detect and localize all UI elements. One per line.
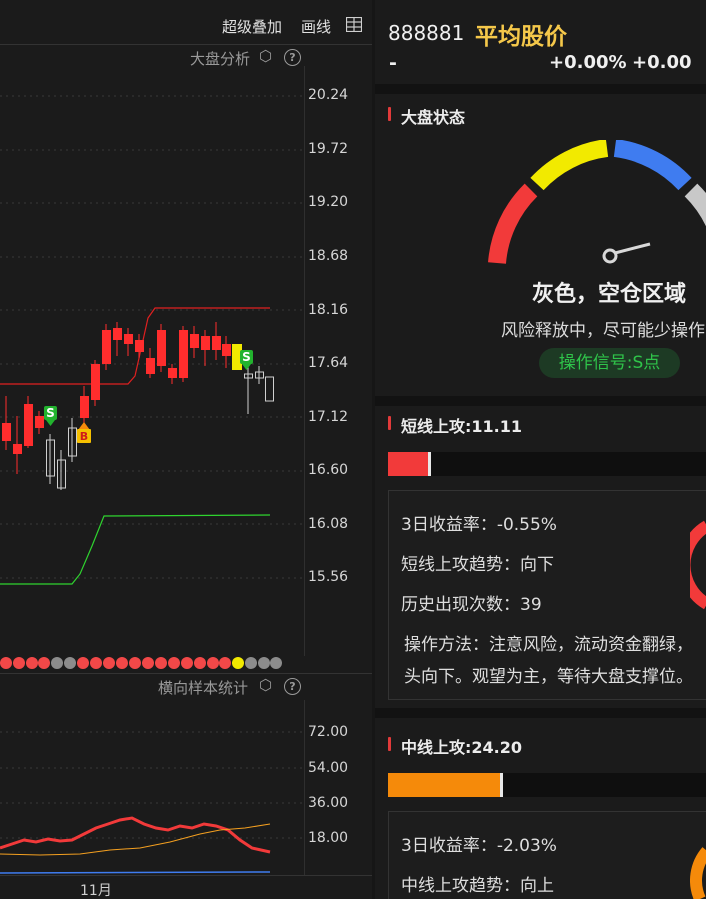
settings-hex-icon[interactable]: ⬡: [259, 676, 272, 694]
y-tick-label: 16.08: [308, 516, 349, 532]
gauge-pivot: [602, 248, 618, 264]
stock-name: 平均股价: [475, 24, 567, 50]
section-marker: [388, 737, 391, 751]
status-dot-strip: [0, 657, 282, 669]
mid-line-ring: [690, 847, 706, 899]
short-line-trend: 短线上攻趋势：向下: [401, 555, 554, 575]
sell-signal-marker[interactable]: S: [44, 406, 57, 426]
svg-text:S: S: [242, 350, 251, 364]
grid-icon[interactable]: [346, 17, 362, 32]
change-percent: +0.00%: [549, 52, 627, 73]
short-line-progress-fill: [388, 452, 428, 476]
gauge-blue-segment: [613, 140, 692, 191]
y-tick-label: 17.64: [308, 355, 349, 371]
svg-text:S: S: [46, 406, 55, 420]
mid-line-return: 3日收益率：-2.03%: [401, 836, 557, 856]
toolbar-divider: [0, 44, 372, 45]
sub-y-tick-label: 54.00: [308, 760, 349, 776]
draw-line-button[interactable]: 画线: [301, 16, 331, 37]
sub-chart-divider: [0, 673, 372, 674]
x-axis-line: [0, 875, 372, 876]
sub-y-tick-label: 72.00: [308, 724, 349, 740]
candlestick-plot[interactable]: S B S: [0, 66, 304, 656]
super-overlay-button[interactable]: 超级叠加: [222, 16, 282, 37]
sub-y-tick-label: 36.00: [308, 795, 349, 811]
candles: [2, 322, 274, 490]
kline-chart-panel[interactable]: 超级叠加 画线 大盘分析 ⬡ ? 20.24 19.72 19.20 18.68…: [0, 0, 372, 899]
help-icon[interactable]: ?: [284, 678, 301, 695]
market-state-description: 风险释放中，尽可能少操作: [501, 321, 705, 341]
y-tick-label: 18.68: [308, 248, 349, 264]
y-tick-label: 19.20: [308, 194, 349, 210]
current-price: -: [389, 52, 397, 74]
red-stat-line: [0, 816, 271, 854]
short-line-progress-cap: [427, 452, 431, 476]
gauge-gray-segment: [684, 183, 706, 227]
y-tick-label: 20.24: [308, 87, 349, 103]
section-marker: [388, 107, 391, 121]
short-line-occurrences: 历史出现次数：39: [401, 595, 542, 615]
mid-line-progress-cap: [500, 773, 504, 797]
help-icon[interactable]: ?: [284, 49, 301, 66]
section-separator: [375, 708, 706, 718]
market-info-panel: 888881 平均股价 - +0.00% +0.00 大盘状态 灰色，空仓区域 …: [375, 0, 706, 899]
x-axis-month-label: 11月: [80, 883, 112, 899]
svg-text:B: B: [80, 430, 88, 443]
gauge-yellow-segment: [530, 140, 609, 191]
lower-band-line: [0, 514, 271, 585]
gauge-red-segment: [488, 183, 538, 264]
y-tick-label: 19.72: [308, 141, 349, 157]
short-line-progress-track: [388, 452, 706, 476]
sample-stats-plot[interactable]: [0, 700, 304, 876]
short-line-method-cont: 头向下。观望为主，等待大盘支撑位。: [404, 667, 693, 687]
stock-code: 888881: [388, 21, 465, 45]
section-marker: [388, 416, 391, 430]
gauge-needle: [614, 242, 651, 255]
operation-signal-badge: 操作信号:S点: [539, 348, 680, 378]
short-line-ring: [690, 520, 706, 610]
short-line-title: 短线上攻:11.11: [401, 417, 523, 436]
buy-signal-marker[interactable]: B: [77, 422, 91, 443]
sample-stats-label: 横向样本统计: [158, 679, 249, 697]
short-line-method: 操作方法：注意风险，流动资金翻绿，: [404, 635, 693, 655]
y-tick-label: 15.56: [308, 569, 349, 585]
mid-line-trend: 中线上攻趋势：向上: [401, 876, 554, 896]
market-state-label: 灰色，空仓区域: [532, 282, 687, 307]
mid-line-title: 中线上攻:24.20: [401, 738, 523, 757]
price-axis-divider: [304, 66, 305, 656]
section-separator: [375, 396, 706, 406]
short-line-return: 3日收益率：-0.55%: [401, 515, 557, 535]
y-tick-label: 16.60: [308, 462, 349, 478]
sub-axis-divider: [304, 700, 305, 875]
settings-hex-icon[interactable]: ⬡: [259, 47, 272, 65]
market-gauge: [488, 140, 706, 264]
change-value: +0.00: [632, 52, 692, 73]
y-tick-label: 18.16: [308, 302, 349, 318]
y-tick-label: 17.12: [308, 409, 349, 425]
market-status-title: 大盘状态: [401, 108, 466, 127]
sub-y-tick-label: 18.00: [308, 830, 349, 846]
mid-line-progress-fill: [388, 773, 501, 797]
mid-line-progress-track: [388, 773, 706, 797]
section-separator: [375, 84, 706, 94]
blue-stat-line: [0, 871, 271, 874]
